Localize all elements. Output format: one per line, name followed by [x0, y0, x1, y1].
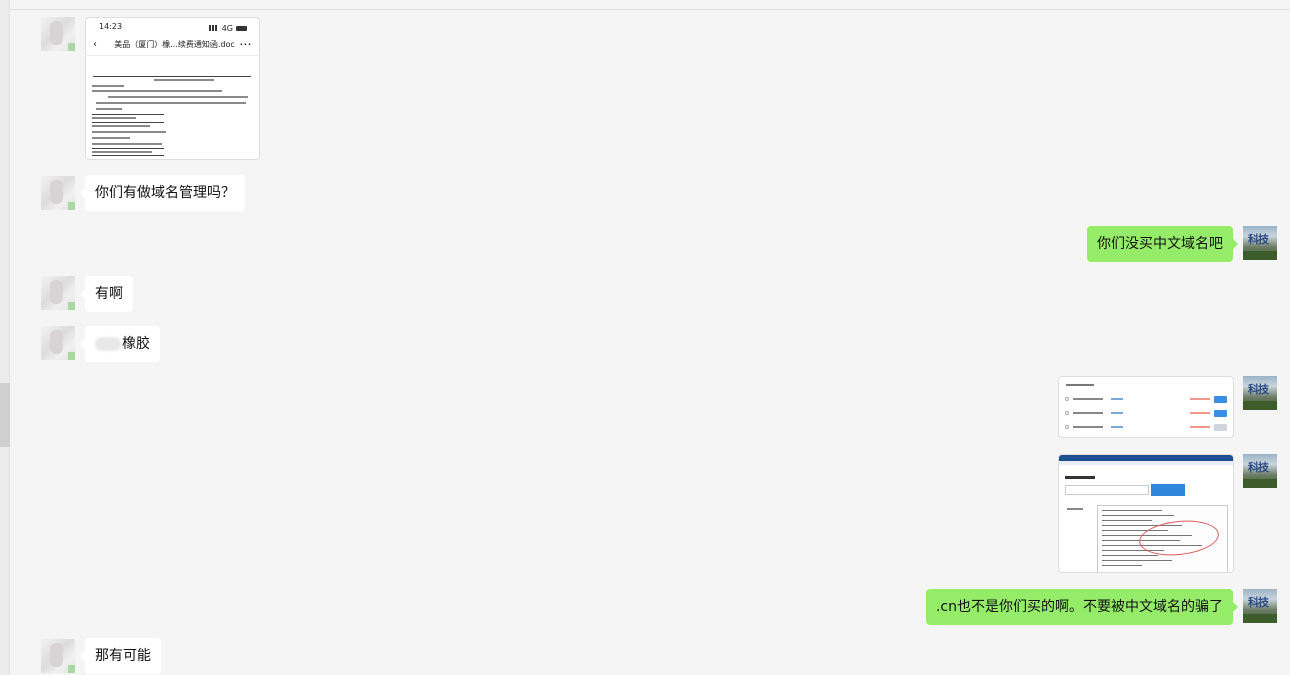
- whois-search-button: [1151, 484, 1185, 496]
- domain-row: [1065, 423, 1227, 431]
- contact-avatar[interactable]: [41, 176, 75, 210]
- contact-avatar[interactable]: [41, 17, 75, 51]
- signal-icon: [208, 25, 219, 31]
- message-bubble-sent[interactable]: 你们没买中文域名吧: [1087, 226, 1238, 262]
- battery-icon: [236, 25, 247, 31]
- phone-nav-bar: ‹ 美品（厦门）橡...续费通知函.doc ···: [86, 34, 259, 56]
- sidebar-edge: [0, 0, 10, 675]
- phone-status-icons: 4G: [208, 22, 247, 34]
- whois-search-input: [1065, 485, 1149, 495]
- message-text: 橡胶: [122, 336, 150, 352]
- image-message-doc[interactable]: 14:23 4G ‹ 美品（厦门）橡...续费通知函.doc ···: [85, 17, 260, 160]
- register-button: [1214, 423, 1227, 431]
- image-message-domain-list[interactable]: [1058, 376, 1234, 438]
- domain-row: [1065, 395, 1227, 403]
- message-bubble-received[interactable]: 那有可能: [80, 638, 161, 674]
- network-label: 4G: [221, 23, 233, 33]
- contact-avatar[interactable]: [41, 326, 75, 360]
- more-icon: ···: [239, 40, 252, 49]
- register-button: [1214, 409, 1227, 417]
- back-chevron-icon: ‹: [93, 39, 97, 50]
- contact-avatar[interactable]: [41, 639, 75, 673]
- message-bubble-received[interactable]: 有啊: [80, 276, 133, 312]
- my-avatar[interactable]: [1243, 589, 1277, 623]
- phone-status-bar: 14:23 4G: [86, 18, 259, 34]
- contact-avatar[interactable]: [41, 276, 75, 310]
- whois-title: [1059, 465, 1233, 485]
- my-avatar[interactable]: [1243, 226, 1277, 260]
- phone-time: 14:23: [99, 22, 123, 31]
- redacted-text: [95, 337, 121, 351]
- register-button: [1214, 395, 1227, 403]
- message-bubble-received[interactable]: 你们有做域名管理吗？: [80, 175, 245, 211]
- sidebar-scrollbar-thumb[interactable]: [0, 383, 10, 447]
- domain-list-header: [1059, 377, 1233, 391]
- message-bubble-received[interactable]: 橡胶: [80, 326, 160, 362]
- my-avatar[interactable]: [1243, 376, 1277, 410]
- message-bubble-sent[interactable]: .cn也不是你们买的啊。不要被中文域名的骗了: [925, 589, 1239, 625]
- my-avatar[interactable]: [1243, 454, 1277, 488]
- doc-preview: [86, 56, 259, 159]
- domain-row: [1065, 409, 1227, 417]
- image-message-whois[interactable]: [1058, 454, 1234, 573]
- doc-title: 美品（厦门）橡...续费通知函.doc: [114, 40, 235, 49]
- header-divider: [0, 9, 1290, 10]
